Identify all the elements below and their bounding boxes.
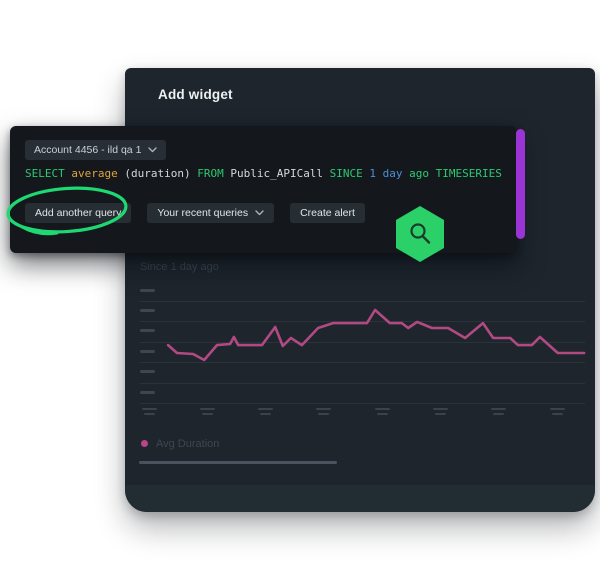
- create-alert-button[interactable]: Create alert: [290, 203, 365, 223]
- nrql-query-input[interactable]: SELECT average (duration) FROM Public_AP…: [25, 167, 502, 180]
- search-hexagon-icon: [396, 206, 444, 262]
- query-panel-scrollbar[interactable]: [516, 129, 525, 239]
- chevron-down-icon: [255, 210, 264, 216]
- chart-horizontal-scrollbar[interactable]: [139, 461, 337, 464]
- modal-footer: [125, 485, 595, 512]
- account-selector-dropdown[interactable]: Account 4456 - ild qa 1: [25, 140, 166, 160]
- account-selector-label: Account 4456 - ild qa 1: [34, 144, 141, 156]
- chevron-down-icon: [148, 147, 157, 153]
- your-recent-queries-button[interactable]: Your recent queries: [147, 203, 274, 223]
- add-another-query-button[interactable]: Add another query: [25, 203, 131, 223]
- query-actions: Add another query Your recent queries Cr…: [25, 203, 365, 223]
- page: Add widget Since 1 day ago Avg Duration …: [0, 0, 600, 576]
- modal-title: Add widget: [158, 87, 233, 102]
- recent-queries-label: Your recent queries: [157, 207, 248, 219]
